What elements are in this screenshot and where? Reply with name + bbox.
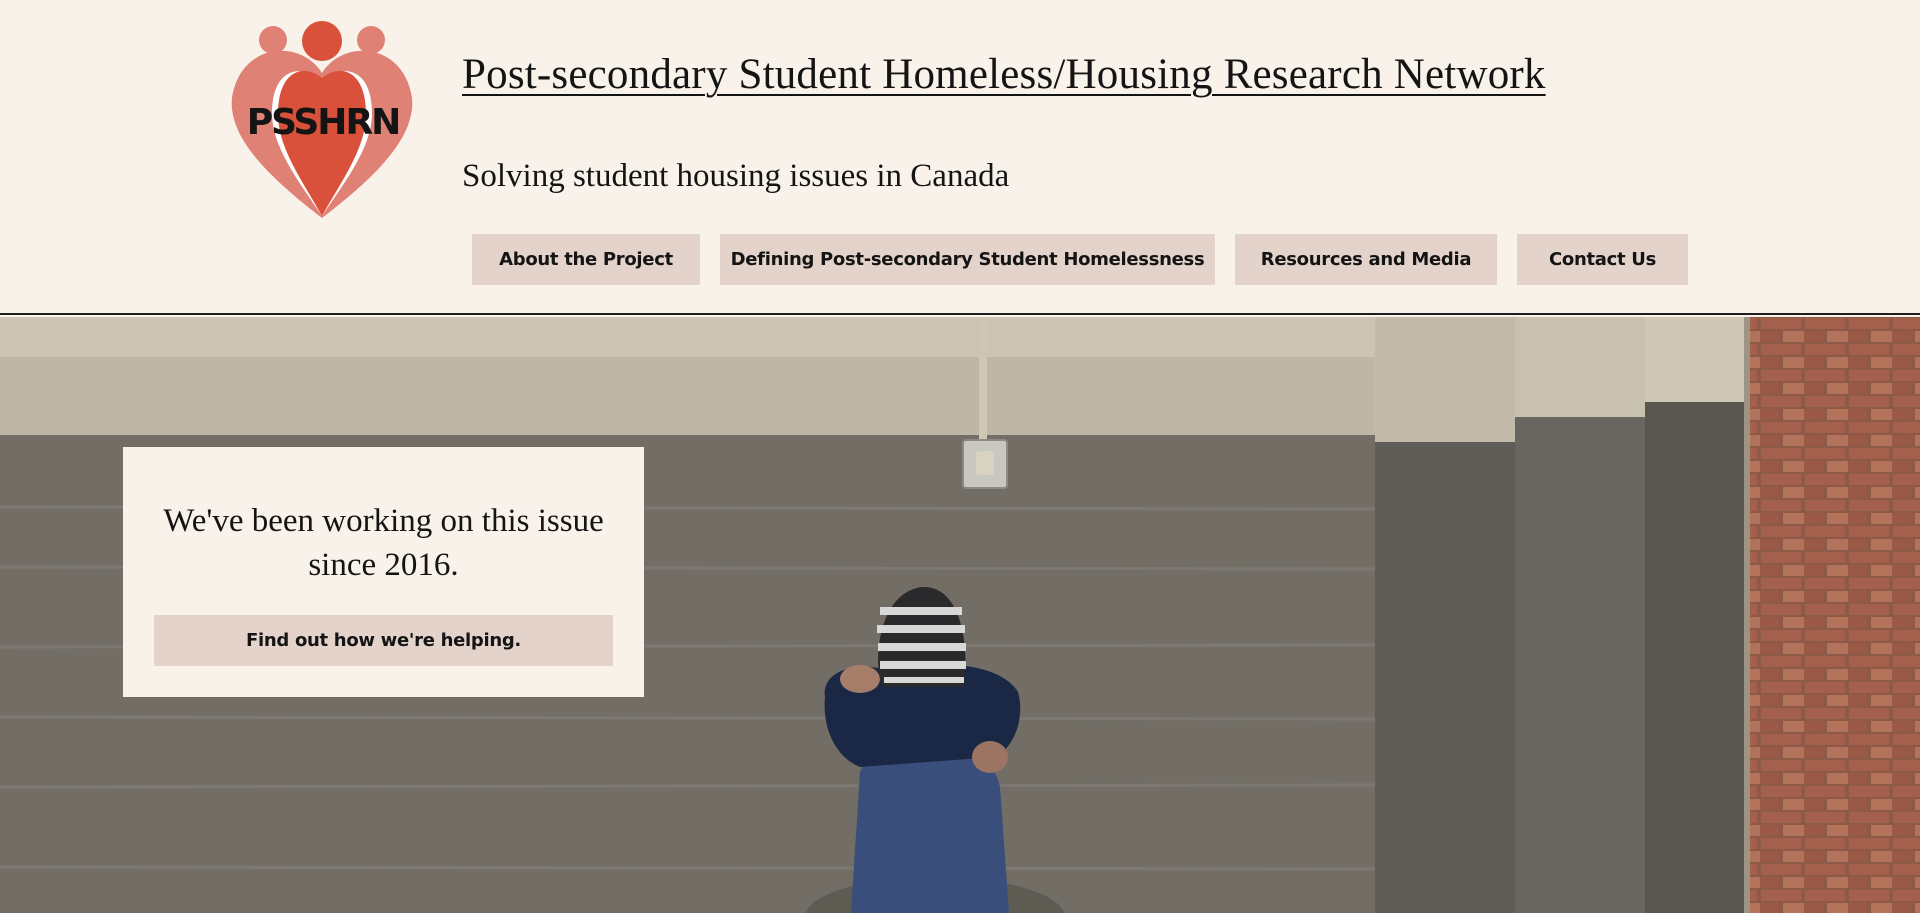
site-tagline: Solving student housing issues in Canada: [462, 158, 1010, 194]
nav-contact-us[interactable]: Contact Us: [1517, 234, 1688, 285]
main-navigation: About the Project Defining Post-secondar…: [0, 234, 1920, 286]
nav-resources-and-media[interactable]: Resources and Media: [1235, 234, 1497, 285]
psshrn-logo[interactable]: PSSHRN: [230, 18, 415, 220]
logo-text: PSSHRN: [247, 102, 400, 143]
logo-icon: PSSHRN: [231, 21, 413, 219]
hero-section: We've been working on this issue since 2…: [0, 317, 1920, 913]
nav-defining-homelessness[interactable]: Defining Post-secondary Student Homeless…: [720, 234, 1215, 285]
site-header: PSSHRN Post-secondary Student Homeless/H…: [0, 0, 1920, 315]
hero-callout-card: We've been working on this issue since 2…: [123, 447, 644, 697]
site-title-link[interactable]: Post-secondary Student Homeless/Housing …: [462, 50, 1546, 99]
hero-callout-text: We've been working on this issue since 2…: [163, 503, 604, 583]
find-out-how-button[interactable]: Find out how we're helping.: [154, 615, 613, 666]
nav-about-the-project[interactable]: About the Project: [472, 234, 700, 285]
